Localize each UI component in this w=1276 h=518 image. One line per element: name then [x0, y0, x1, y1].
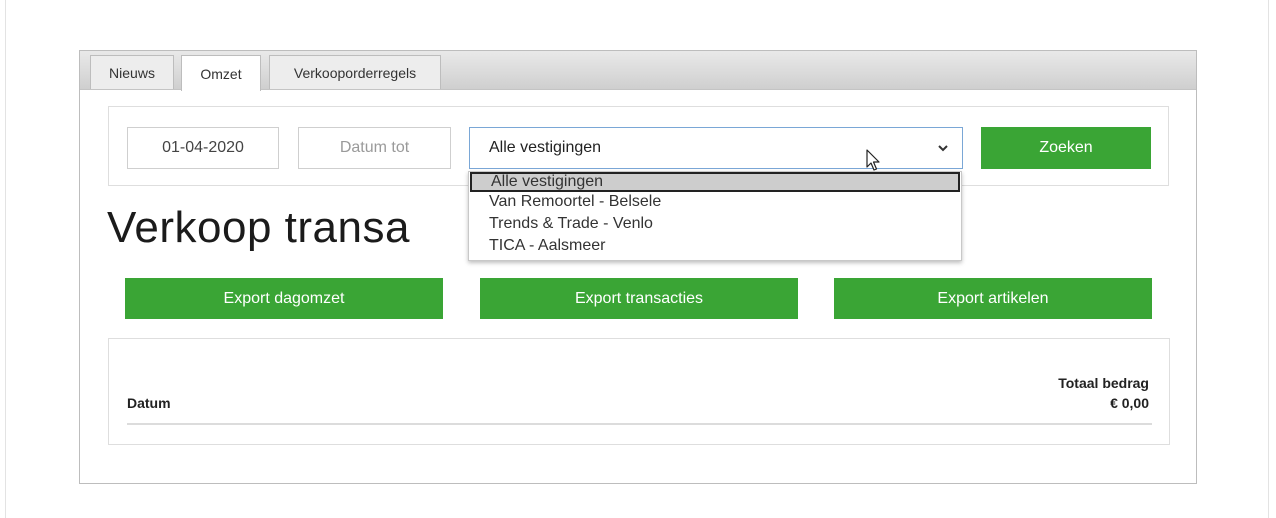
tab-omzet[interactable]: Omzet: [181, 55, 261, 91]
chevron-down-icon: [938, 145, 948, 152]
location-option[interactable]: TICA - Aalsmeer: [470, 237, 960, 257]
location-select[interactable]: Alle vestigingen: [469, 127, 963, 169]
column-header-datum: Datum: [127, 395, 171, 411]
tab-verkooporderregels[interactable]: Verkooporderregels: [269, 55, 441, 89]
page-title: Verkoop transa: [107, 203, 410, 252]
export-artikelen-button[interactable]: Export artikelen: [834, 278, 1152, 319]
page-edge-right: [1268, 0, 1269, 518]
location-option[interactable]: Alle vestigingen: [470, 172, 960, 192]
location-select-value: Alle vestigingen: [489, 139, 602, 156]
location-option[interactable]: Trends & Trade - Venlo: [470, 215, 960, 235]
page-edge-left: [5, 0, 6, 518]
search-button[interactable]: Zoeken: [981, 127, 1151, 169]
main-panel: Nieuws Omzet Verkooporderregels 01-04-20…: [79, 50, 1197, 484]
tab-bar: Nieuws Omzet Verkooporderregels: [80, 51, 1196, 91]
total-value: € 0,00: [1110, 395, 1149, 411]
date-to-input[interactable]: Datum tot: [298, 127, 451, 169]
column-header-total: Totaal bedrag € 0,00: [1058, 373, 1149, 413]
total-label: Totaal bedrag: [1058, 375, 1149, 391]
export-transacties-button[interactable]: Export transacties: [480, 278, 798, 319]
transactions-table: Datum Totaal bedrag € 0,00: [108, 338, 1170, 445]
table-divider: [127, 423, 1152, 425]
export-dagomzet-button[interactable]: Export dagomzet: [125, 278, 443, 319]
mouse-cursor-icon: [866, 149, 880, 171]
tab-nieuws[interactable]: Nieuws: [90, 55, 174, 89]
date-from-input[interactable]: 01-04-2020: [127, 127, 279, 169]
location-dropdown-list: Alle vestigingen Van Remoortel - Belsele…: [468, 171, 962, 261]
location-option[interactable]: Van Remoortel - Belsele: [470, 193, 960, 213]
